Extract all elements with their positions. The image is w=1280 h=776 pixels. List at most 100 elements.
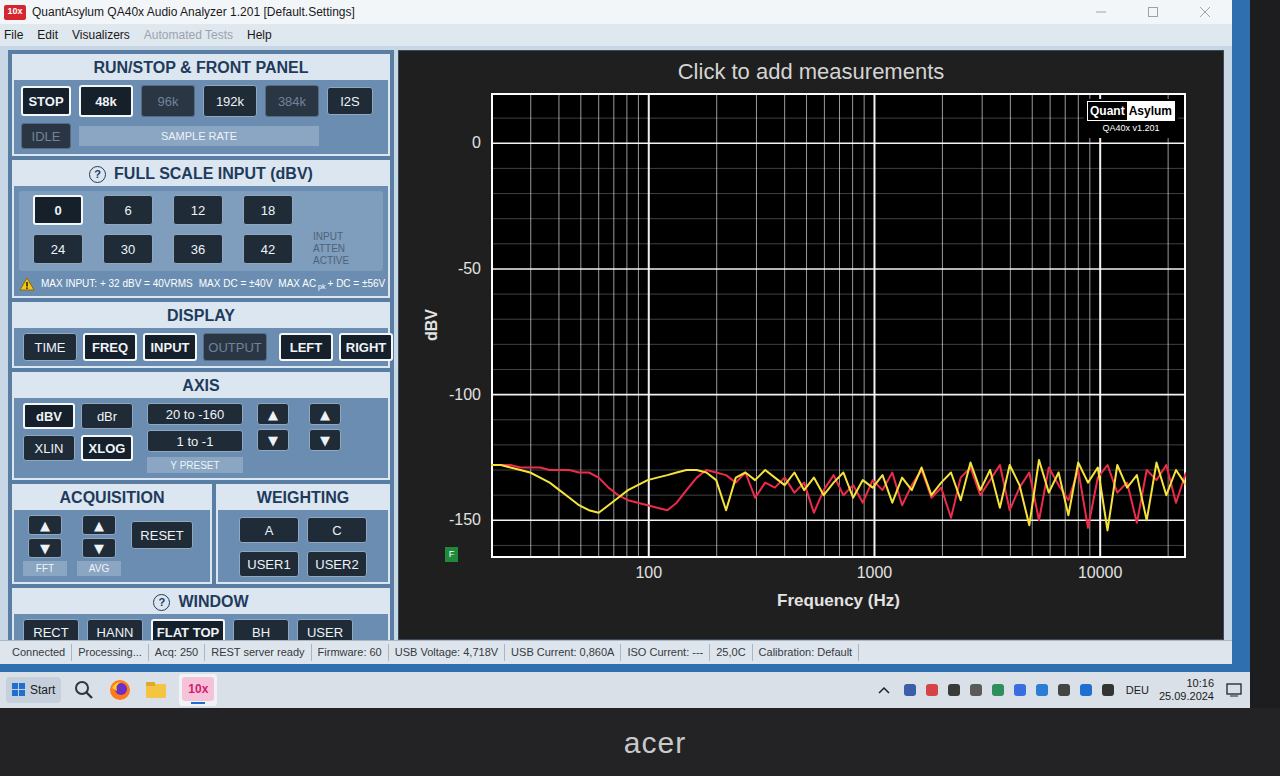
display-button[interactable]: LEFT — [279, 333, 333, 361]
y-min-down-button[interactable]: ▼ — [257, 429, 289, 451]
unit-button-label: dBV — [36, 410, 62, 423]
menu-item[interactable]: Help — [247, 26, 272, 44]
y-preset-button[interactable]: 1 to -1 — [147, 430, 243, 452]
avg-up-button[interactable]: ▲ — [82, 515, 116, 535]
window-function-section: ?WINDOWRECTHANNFLAT TOPBHUSER — [12, 588, 390, 640]
display-button-label: INPUT — [151, 341, 190, 354]
app-window: 10xQuantAsylum QA40x Audio Analyzer 1.20… — [0, 0, 1232, 664]
file-explorer-icon[interactable] — [143, 677, 169, 703]
window-function-button[interactable]: FLAT TOP — [151, 619, 225, 640]
window-function-button[interactable]: USER — [297, 619, 353, 640]
tray-app-icon[interactable] — [1078, 682, 1094, 698]
notification-icon[interactable] — [1224, 680, 1244, 700]
window-title: QuantAsylum QA40x Audio Analyzer 1.201 [… — [32, 3, 355, 21]
display-button[interactable]: RIGHT — [339, 333, 393, 361]
menu-item[interactable]: Edit — [37, 26, 58, 44]
full-scale-button[interactable]: 36 — [173, 234, 223, 264]
menu-item[interactable]: Visualizers — [72, 26, 130, 44]
window-function-button[interactable]: RECT — [23, 619, 79, 640]
sample-rate-button-label: 96k — [158, 95, 179, 108]
y-preset-button[interactable]: 20 to -160 — [147, 403, 243, 425]
full-scale-button[interactable]: 6 — [103, 195, 153, 225]
tray-app-icon[interactable] — [1012, 682, 1028, 698]
tray-app-icon[interactable] — [990, 682, 1006, 698]
chart-title[interactable]: Click to add measurements — [399, 55, 1223, 88]
status-item: REST server ready — [205, 644, 311, 661]
x-scale-button[interactable]: XLOG — [81, 435, 133, 461]
axis-header: AXIS — [14, 374, 388, 398]
display-button[interactable]: FREQ — [83, 333, 137, 361]
y-max-down-button[interactable]: ▼ — [309, 429, 341, 451]
full-scale-button[interactable]: 30 — [103, 234, 153, 264]
unit-button[interactable]: dBr — [81, 403, 133, 429]
sample-rate-button-label: 192k — [216, 95, 244, 108]
tray-app-icon[interactable] — [946, 682, 962, 698]
fft-down-button[interactable]: ▼ — [28, 538, 62, 558]
tray-app-icon[interactable] — [902, 682, 918, 698]
sample-rate-button[interactable]: 48k — [79, 85, 133, 117]
y-min-up-button[interactable]: ▲ — [257, 403, 289, 425]
display-button[interactable]: INPUT — [143, 333, 197, 361]
stop-button[interactable]: STOP — [21, 86, 71, 116]
avg-down-button[interactable]: ▼ — [82, 538, 116, 558]
status-marker: F — [445, 547, 458, 562]
weighting-button[interactable]: A — [239, 517, 299, 543]
weighting-button[interactable]: C — [307, 517, 367, 543]
tray-app-icon[interactable] — [924, 682, 940, 698]
minimize-icon[interactable] — [1078, 0, 1124, 24]
full-scale-button[interactable]: 18 — [243, 195, 293, 225]
acer-logo: acer — [624, 720, 686, 765]
clock[interactable]: 10:1625.09.2024 — [1159, 677, 1214, 703]
window-function-button-label: HANN — [97, 626, 134, 639]
display-button[interactable]: TIME — [23, 333, 77, 361]
help-icon[interactable]: ? — [153, 594, 170, 611]
taskbar-app[interactable]: 10x — [179, 674, 217, 706]
start-label: Start — [30, 681, 55, 699]
search-icon[interactable] — [71, 677, 97, 703]
full-scale-button[interactable]: 42 — [243, 234, 293, 264]
i2s-button[interactable]: I2S — [327, 87, 373, 115]
firefox-icon[interactable] — [107, 677, 133, 703]
screen: 10x QuantAsylum QA40x Audio Analyzer 1.20… — [0, 0, 1250, 708]
tray-app-icon[interactable] — [968, 682, 984, 698]
full-scale-button-label: 12 — [191, 204, 205, 217]
fft-down-button-label: ▼ — [40, 542, 50, 555]
y-axis-label: dBV — [420, 300, 444, 350]
sample-rate-bar: SAMPLE RATE — [79, 126, 319, 146]
fft-up-button[interactable]: ▲ — [28, 515, 62, 535]
logo-right: Asylum — [1127, 102, 1174, 120]
full-scale-button[interactable]: 0 — [33, 195, 83, 225]
window-function-button[interactable]: BH — [233, 619, 289, 640]
menu-item[interactable]: File — [4, 26, 23, 44]
tray-app-icon[interactable] — [1034, 682, 1050, 698]
x-tick-label: 1000 — [839, 564, 909, 582]
quantasylum-logo: QuantAsylumQA40x v1.201 — [1084, 99, 1178, 138]
close-icon[interactable] — [1182, 0, 1228, 24]
weighting-button[interactable]: USER1 — [239, 551, 299, 577]
sample-rate-button[interactable]: 192k — [203, 85, 257, 117]
start-button[interactable]: Start — [6, 677, 61, 703]
weighting-button[interactable]: USER2 — [307, 551, 367, 577]
tray-app-icon[interactable] — [1056, 682, 1072, 698]
display-button-label: OUTPUT — [208, 341, 261, 354]
plot-area[interactable]: QuantAsylumQA40x v1.201 — [491, 93, 1186, 558]
unit-button[interactable]: dBV — [23, 403, 75, 429]
full-scale-button[interactable]: 24 — [33, 234, 83, 264]
run-header: RUN/STOP & FRONT PANEL — [14, 56, 388, 80]
reset-button[interactable]: RESET — [131, 521, 193, 549]
max-ac-text: MAX AC — [278, 276, 316, 291]
fft-control: ▲▼FFT — [23, 515, 67, 576]
window-function-button[interactable]: HANN — [87, 619, 143, 640]
y-max-up-button[interactable]: ▲ — [309, 403, 341, 425]
tray-app-icon[interactable] — [1100, 682, 1116, 698]
sample-rate-button: 384k — [265, 85, 319, 117]
show-hidden-icons-icon[interactable] — [876, 682, 892, 698]
x-scale-button[interactable]: XLIN — [23, 435, 75, 461]
y-tick-label: -150 — [421, 511, 481, 529]
input-language[interactable]: DEU — [1126, 682, 1149, 699]
help-icon[interactable]: ? — [89, 166, 106, 183]
full-scale-button[interactable]: 12 — [173, 195, 223, 225]
status-bar: ConnectedProcessing...Acq: 250REST serve… — [0, 640, 1232, 664]
maximize-icon[interactable] — [1130, 0, 1176, 24]
display-title: DISPLAY — [167, 304, 235, 328]
